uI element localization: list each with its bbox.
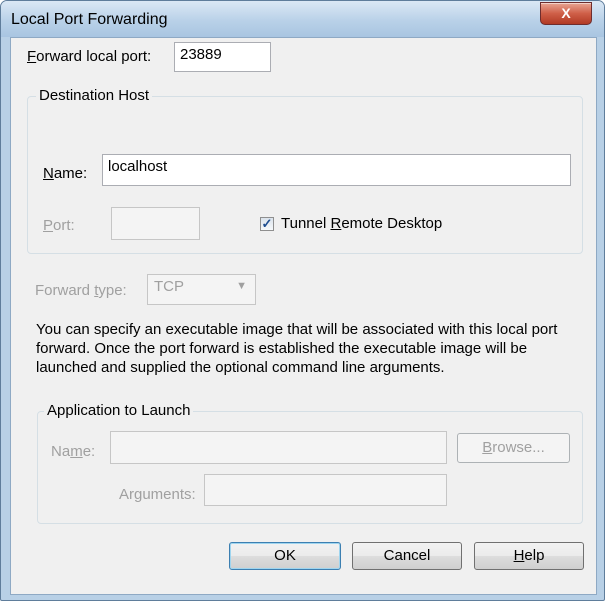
app-name-label: Name: [51,443,96,460]
help-button[interactable]: Help [474,542,584,570]
chevron-down-icon: ▼ [236,280,247,292]
title-bar[interactable]: Local Port Forwarding X [1,1,604,37]
description-text: You can specify an executable image that… [36,321,558,376]
checkmark-icon: ✓ [261,216,273,231]
dialog-body: Forward local port: 23889 Destination Ho… [10,37,597,595]
tunnel-remote-desktop-label[interactable]: Tunnel Remote Desktop [281,215,442,232]
tunnel-remote-desktop-checkbox[interactable]: ✓ [260,217,274,231]
host-name-label: Name: [43,165,88,182]
forward-type-select[interactable]: TCP ▼ [147,274,256,305]
destination-host-legend: Destination Host [36,87,153,104]
window-title: Local Port Forwarding [11,11,168,28]
browse-button[interactable]: Browse... [457,433,570,463]
ok-button[interactable]: OK [229,542,341,570]
host-port-input[interactable] [111,207,200,240]
cancel-button[interactable]: Cancel [352,542,462,570]
forward-local-port-label: Forward local port: [27,48,152,65]
host-port-label: Port: [43,217,75,234]
arguments-input[interactable] [204,474,447,506]
close-button[interactable]: X [540,2,592,25]
forward-type-label: Forward type: [35,282,127,299]
host-name-input[interactable]: localhost [102,154,571,186]
application-group [37,411,583,524]
app-name-input[interactable] [110,431,447,464]
forward-type-value: TCP [154,278,184,295]
dialog-window: Local Port Forwarding X Forward local po… [0,0,605,601]
application-legend: Application to Launch [44,402,194,419]
forward-local-port-input[interactable]: 23889 [174,42,271,72]
arguments-label: Arguments: [119,486,196,503]
close-icon: X [561,5,571,21]
